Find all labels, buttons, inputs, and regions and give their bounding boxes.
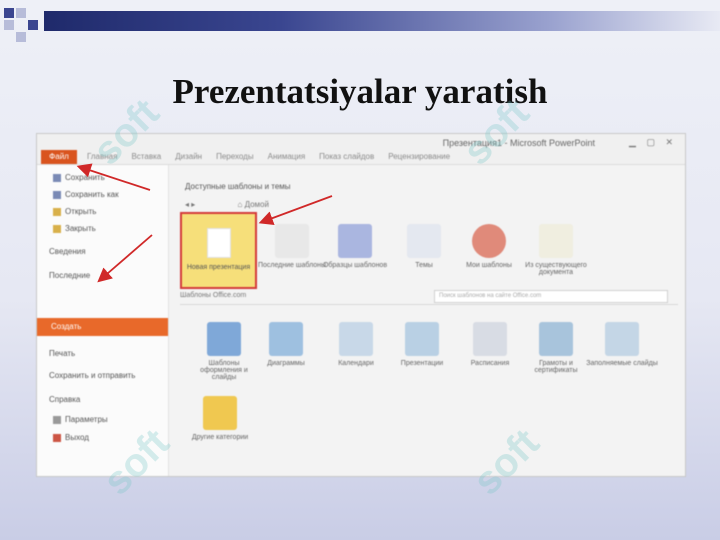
arrow-to-new-menu	[97, 234, 153, 283]
arrow-to-blank-presentation	[258, 195, 333, 225]
